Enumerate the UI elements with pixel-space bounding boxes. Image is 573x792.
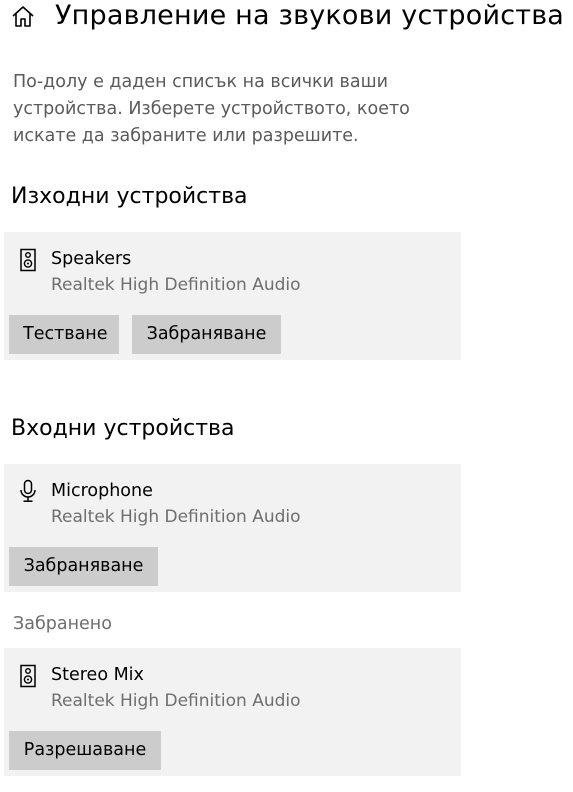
device-name: Speakers: [51, 249, 132, 269]
test-button[interactable]: Тестване: [9, 315, 119, 354]
home-button[interactable]: [10, 4, 36, 30]
device-name: Microphone: [51, 481, 153, 501]
home-icon: [12, 6, 34, 27]
speaker-icon: [20, 664, 36, 688]
input-devices-heading: Входни устройства: [11, 416, 235, 441]
disable-microphone-button[interactable]: Забраняване: [9, 547, 158, 586]
device-name: Stereo Mix: [51, 665, 144, 685]
device-card-microphone[interactable]: Microphone Realtek High Definition Audio…: [4, 464, 461, 592]
device-card-speakers[interactable]: Speakers Realtek High Definition Audio Т…: [4, 232, 461, 360]
disable-speakers-button[interactable]: Забраняване: [132, 315, 281, 354]
device-card-stereo-mix[interactable]: Stereo Mix Realtek High Definition Audio…: [4, 648, 461, 776]
microphone-icon: [20, 479, 36, 502]
page-description: По-долу е даден списък на всички ваши ус…: [13, 72, 410, 146]
device-driver: Realtek High Definition Audio: [51, 691, 301, 711]
device-driver: Realtek High Definition Audio: [51, 275, 301, 295]
disabled-label: Забранено: [13, 614, 112, 634]
sound-devices-page: Управление на звукови устройства По-долу…: [0, 0, 573, 792]
enable-stereo-mix-button[interactable]: Разрешаване: [9, 731, 161, 770]
output-devices-heading: Изходни устройства: [11, 184, 248, 209]
speaker-icon: [20, 248, 36, 272]
device-driver: Realtek High Definition Audio: [51, 507, 301, 527]
page-title: Управление на звукови устройства: [55, 0, 565, 31]
